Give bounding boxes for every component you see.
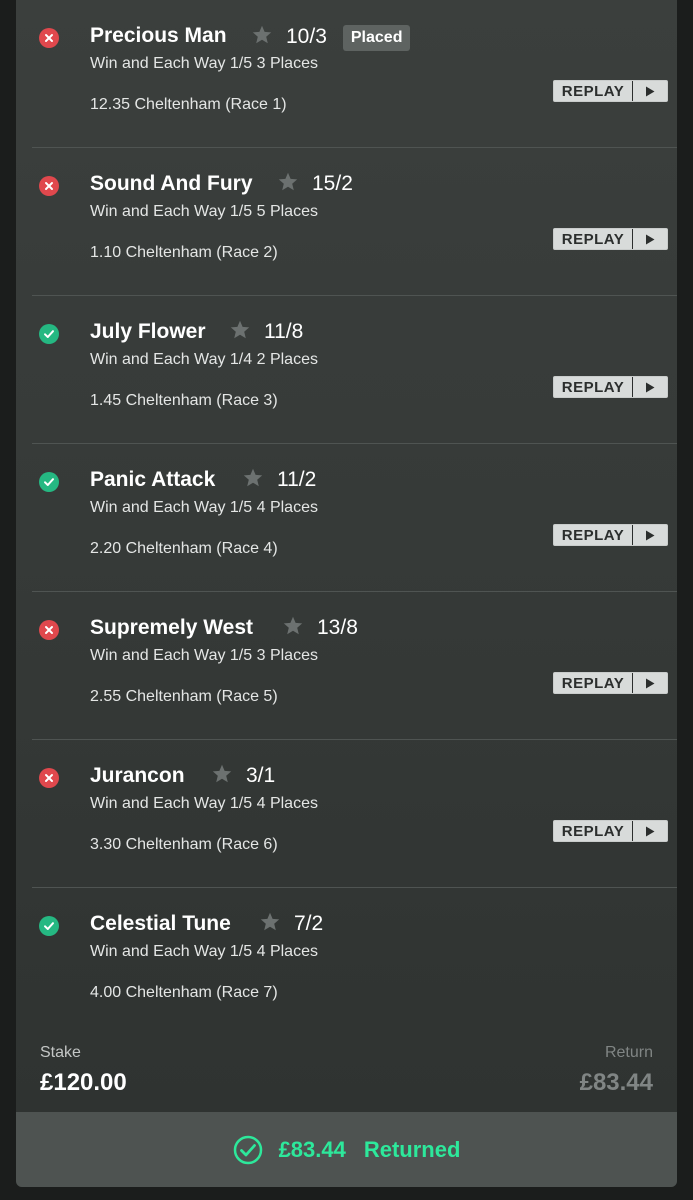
star-icon bbox=[230, 320, 250, 344]
play-icon bbox=[632, 229, 667, 249]
race-info: 2.55 Cheltenham (Race 5) bbox=[90, 688, 278, 705]
stake-label: Stake bbox=[40, 1044, 81, 1061]
play-icon bbox=[632, 377, 667, 397]
market-description: Win and Each Way 1/5 3 Places bbox=[90, 647, 318, 664]
race-info: 1.45 Cheltenham (Race 3) bbox=[90, 392, 278, 409]
selection-row: Celestial Tune 7/2 Win and Each Way 1/5 4 … bbox=[32, 888, 677, 1036]
replay-button[interactable]: REPLAY bbox=[553, 376, 668, 398]
replay-label: REPLAY bbox=[561, 822, 625, 840]
star-icon bbox=[260, 912, 280, 936]
replay-button[interactable]: REPLAY bbox=[553, 672, 668, 694]
replay-label: REPLAY bbox=[561, 526, 625, 544]
odds: 11/8 bbox=[264, 320, 304, 343]
replay-label: REPLAY bbox=[561, 82, 625, 100]
check-circle-outline-icon bbox=[233, 1135, 263, 1165]
star-icon bbox=[243, 468, 263, 492]
return-value: £83.44 bbox=[579, 1069, 653, 1096]
star-icon bbox=[212, 764, 232, 788]
market-description: Win and Each Way 1/5 5 Places bbox=[90, 203, 318, 220]
returned-amount: £83.44 bbox=[278, 1136, 346, 1162]
race-info: 1.10 Cheltenham (Race 2) bbox=[90, 244, 278, 261]
odds: 11/2 bbox=[277, 468, 317, 491]
replay-button[interactable]: REPLAY bbox=[553, 80, 668, 102]
selection-row: Panic Attack 11/2 Win and Each Way 1/5 4 P… bbox=[32, 444, 677, 592]
star-icon bbox=[252, 25, 272, 49]
horse-name: Jurancon bbox=[90, 764, 185, 787]
return-label: Return bbox=[604, 1044, 653, 1061]
horse-name: Sound And Fury bbox=[90, 172, 253, 195]
odds-group: 7/2 bbox=[260, 912, 323, 936]
horse-name: Precious Man bbox=[90, 24, 227, 47]
race-info: 4.00 Cheltenham (Race 7) bbox=[90, 984, 278, 1001]
selection-row: Sound And Fury 15/2 Win and Each Way 1/5 5… bbox=[32, 148, 677, 296]
horse-name: July Flower bbox=[90, 320, 206, 343]
replay-label: REPLAY bbox=[561, 230, 625, 248]
replay-button[interactable]: REPLAY bbox=[553, 820, 668, 842]
play-icon bbox=[632, 81, 667, 101]
cross-circle-icon bbox=[39, 28, 59, 48]
race-info: 12.35 Cheltenham (Race 1) bbox=[90, 96, 287, 113]
replay-label: REPLAY bbox=[561, 378, 625, 396]
market-description: Win and Each Way 1/5 4 Places bbox=[90, 795, 318, 812]
star-icon bbox=[283, 616, 303, 640]
odds: 10/3 bbox=[286, 25, 327, 48]
odds: 7/2 bbox=[294, 912, 324, 935]
race-info: 2.20 Cheltenham (Race 4) bbox=[90, 540, 278, 557]
odds-group: 10/3 Placed bbox=[252, 24, 411, 51]
horse-name: Celestial Tune bbox=[90, 912, 231, 935]
odds-group: 11/8 bbox=[230, 320, 303, 344]
cross-circle-icon bbox=[39, 176, 59, 196]
stake-value: £120.00 bbox=[40, 1069, 127, 1096]
selection-row: July Flower 11/8 Win and Each Way 1/4 2 Pl… bbox=[32, 296, 677, 444]
placed-badge: Placed bbox=[342, 25, 411, 51]
check-circle-icon bbox=[39, 472, 59, 492]
returned-label: Returned bbox=[363, 1136, 461, 1162]
selection-row: Supremely West 13/8 Win and Each Way 1/5 3… bbox=[32, 592, 677, 740]
cross-circle-icon bbox=[39, 620, 59, 640]
odds: 15/2 bbox=[312, 172, 353, 195]
horse-name: Supremely West bbox=[90, 616, 254, 639]
odds-group: 15/2 bbox=[278, 172, 353, 196]
check-circle-icon bbox=[39, 324, 59, 344]
returned-banner: £83.44 Returned bbox=[16, 1112, 677, 1187]
race-info: 3.30 Cheltenham (Race 6) bbox=[90, 836, 278, 853]
horse-name: Panic Attack bbox=[90, 468, 216, 491]
odds-group: 11/2 bbox=[243, 468, 316, 492]
replay-label: REPLAY bbox=[561, 674, 625, 692]
play-icon bbox=[632, 821, 667, 841]
play-icon bbox=[632, 673, 667, 693]
odds-group: 13/8 bbox=[283, 616, 358, 640]
replay-button[interactable]: REPLAY bbox=[553, 228, 668, 250]
odds-group: 3/1 bbox=[212, 764, 275, 788]
odds: 13/8 bbox=[317, 616, 358, 639]
odds: 3/1 bbox=[246, 764, 276, 787]
market-description: Win and Each Way 1/5 3 Places bbox=[90, 55, 318, 72]
market-description: Win and Each Way 1/5 4 Places bbox=[90, 499, 318, 516]
play-icon bbox=[632, 525, 667, 545]
selection-row: Jurancon 3/1 Win and Each Way 1/5 4 Places… bbox=[32, 740, 677, 888]
bet-receipt-card: Precious Man 10/3 Placed Win and Each Way 1… bbox=[16, 0, 677, 1187]
replay-button[interactable]: REPLAY bbox=[553, 524, 668, 546]
selection-row: Precious Man 10/3 Placed Win and Each Way 1… bbox=[32, 0, 677, 148]
check-circle-icon bbox=[39, 916, 59, 936]
market-description: Win and Each Way 1/5 4 Places bbox=[90, 943, 318, 960]
cross-circle-icon bbox=[39, 768, 59, 788]
star-icon bbox=[278, 172, 298, 196]
market-description: Win and Each Way 1/4 2 Places bbox=[90, 351, 318, 368]
